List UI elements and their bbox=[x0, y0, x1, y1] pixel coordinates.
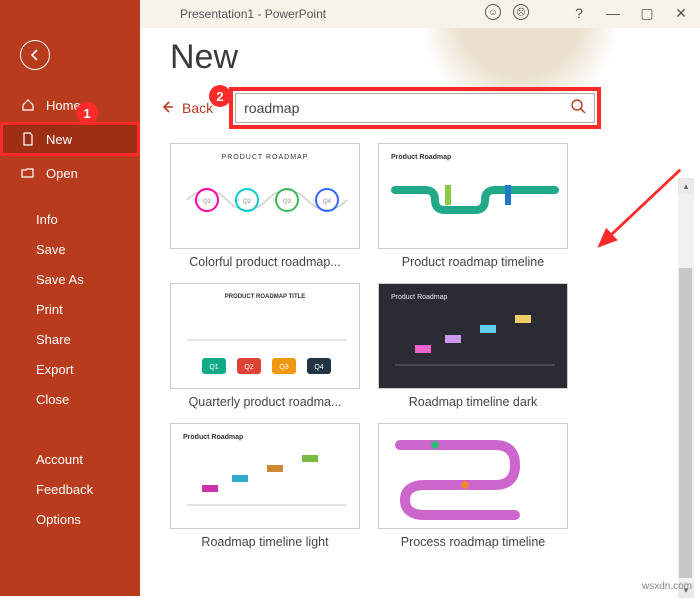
maximize-icon[interactable]: ▢ bbox=[638, 4, 656, 22]
svg-text:Q4: Q4 bbox=[323, 199, 332, 205]
template-card[interactable]: Product Roadmap Roadmap timeline light bbox=[170, 423, 360, 549]
main-panel: New Back PRODUCT ROADMAP bbox=[140, 28, 700, 596]
template-thumb: Product Roadmap bbox=[170, 423, 360, 529]
template-card[interactable]: Product Roadmap Product roadmap timeline bbox=[378, 143, 568, 269]
template-thumb bbox=[378, 423, 568, 529]
minimize-icon[interactable]: — bbox=[604, 4, 622, 22]
sidebar-item-save[interactable]: Save bbox=[0, 234, 140, 264]
template-card[interactable]: Product Roadmap Roadmap timeline dark bbox=[378, 283, 568, 409]
scroll-thumb[interactable] bbox=[679, 268, 692, 578]
template-card[interactable]: PRODUCT ROADMAP TITLE Q1 Q2 Q3 Q4 Quarte… bbox=[170, 283, 360, 409]
sidebar-item-open[interactable]: Open bbox=[0, 156, 140, 190]
sidebar-item-feedback[interactable]: Feedback bbox=[0, 474, 140, 504]
template-thumb: PRODUCT ROADMAP Q1 Q2 Q3 Q4 bbox=[170, 143, 360, 249]
search-input[interactable] bbox=[244, 100, 570, 116]
template-label: Product roadmap timeline bbox=[378, 255, 568, 269]
sidebar-item-new[interactable]: New bbox=[0, 122, 140, 156]
search-box[interactable] bbox=[235, 93, 595, 123]
search-icon[interactable] bbox=[570, 98, 586, 119]
folder-open-icon bbox=[20, 165, 36, 181]
sidebar-item-info[interactable]: Info bbox=[0, 204, 140, 234]
sidebar-label: New bbox=[46, 132, 72, 147]
annotation-callout-2: 2 bbox=[209, 85, 231, 107]
template-label: Roadmap timeline light bbox=[170, 535, 360, 549]
template-thumb: PRODUCT ROADMAP TITLE Q1 Q2 Q3 Q4 bbox=[170, 283, 360, 389]
sidebar-item-print[interactable]: Print bbox=[0, 294, 140, 324]
sidebar-label: Open bbox=[46, 166, 78, 181]
frown-icon[interactable]: ☹ bbox=[513, 4, 529, 20]
svg-text:Q1: Q1 bbox=[209, 364, 218, 371]
search-row: Back bbox=[160, 89, 680, 127]
annotation-arrow bbox=[590, 165, 685, 260]
template-thumb: Product Roadmap bbox=[378, 283, 568, 389]
close-icon[interactable]: ✕ bbox=[672, 4, 690, 22]
template-card[interactable]: PRODUCT ROADMAP Q1 Q2 Q3 Q4 Colorful pro… bbox=[170, 143, 360, 269]
back-button[interactable]: Back bbox=[160, 100, 213, 117]
template-label: Quarterly product roadma... bbox=[170, 395, 360, 409]
back-arrow-icon bbox=[160, 100, 174, 117]
svg-text:Q4: Q4 bbox=[314, 364, 323, 371]
template-label: Roadmap timeline dark bbox=[378, 395, 568, 409]
sidebar-item-account[interactable]: Account bbox=[0, 444, 140, 474]
sidebar-item-share[interactable]: Share bbox=[0, 324, 140, 354]
window-title: Presentation1 - PowerPoint bbox=[180, 7, 326, 21]
page-title: New bbox=[170, 38, 680, 77]
template-card[interactable]: Process roadmap timeline bbox=[378, 423, 568, 549]
search-highlight bbox=[231, 89, 599, 127]
watermark: wsxdn.com bbox=[642, 581, 692, 592]
annotation-callout-1: 1 bbox=[76, 102, 98, 124]
template-label: Process roadmap timeline bbox=[378, 535, 568, 549]
feedback-faces: ☺ ☹ bbox=[485, 4, 529, 20]
new-doc-icon bbox=[20, 131, 36, 147]
template-thumb: Product Roadmap bbox=[378, 143, 568, 249]
svg-text:Q3: Q3 bbox=[283, 199, 292, 205]
svg-text:Q1: Q1 bbox=[203, 199, 212, 205]
svg-text:Q3: Q3 bbox=[279, 364, 288, 371]
svg-text:Q2: Q2 bbox=[244, 364, 253, 371]
sidebar-item-close[interactable]: Close bbox=[0, 384, 140, 414]
smile-icon[interactable]: ☺ bbox=[485, 4, 501, 20]
sidebar-item-home[interactable]: Home bbox=[0, 88, 140, 122]
template-label: Colorful product roadmap... bbox=[170, 255, 360, 269]
window-controls: ? — ▢ ✕ bbox=[570, 4, 690, 22]
back-icon[interactable] bbox=[20, 40, 50, 70]
backstage-sidebar: Home New Open Info Save Save As Print Sh… bbox=[0, 0, 140, 596]
help-icon[interactable]: ? bbox=[570, 4, 588, 22]
sidebar-item-options[interactable]: Options bbox=[0, 504, 140, 534]
home-icon bbox=[20, 97, 36, 113]
sidebar-item-save-as[interactable]: Save As bbox=[0, 264, 140, 294]
sidebar-item-export[interactable]: Export bbox=[0, 354, 140, 384]
back-label: Back bbox=[182, 100, 213, 116]
svg-text:Q2: Q2 bbox=[243, 199, 252, 205]
